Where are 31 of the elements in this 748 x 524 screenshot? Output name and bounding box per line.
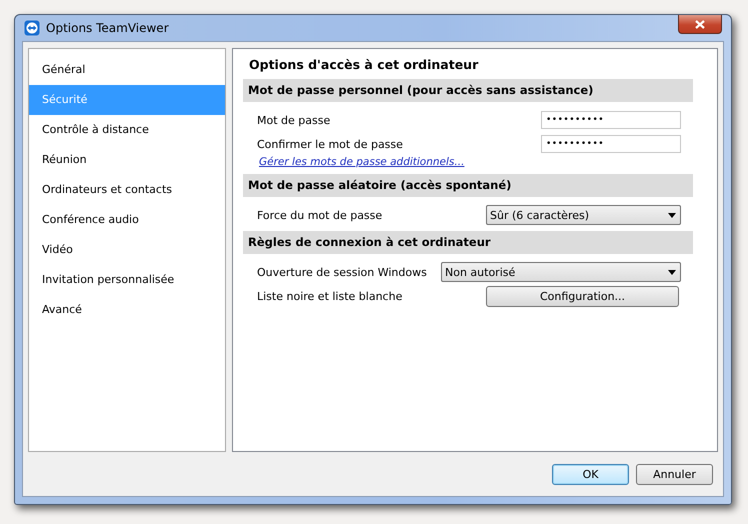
section-header: Mot de passe aléatoire (accès spontané) (243, 174, 693, 197)
sidebar-item[interactable]: Général (29, 55, 225, 85)
caret-icon (668, 212, 676, 218)
field-label: Mot de passe (257, 114, 332, 126)
sidebar-item[interactable]: Invitation personnalisée (29, 265, 225, 295)
password-field[interactable]: •••••••••• (541, 111, 681, 129)
dialog-button[interactable]: OK (552, 464, 629, 484)
field-label: Confirmer le mot de passe (257, 138, 404, 150)
section-header: Mot de passe personnel (pour accès sans assistance) (243, 79, 693, 102)
field-label: Ouverture de session Windows (257, 266, 428, 278)
manage-passwords-link[interactable]: Gérer les mots de passe additionnels... (259, 156, 464, 168)
dialog-button[interactable]: Annuler (636, 464, 713, 484)
dropdown[interactable]: Non autorisé (441, 262, 681, 282)
sidebar-item[interactable]: Conférence audio (29, 205, 225, 235)
page-title: Options d'accès à cet ordinateur (249, 57, 480, 73)
sidebar-item[interactable]: Ordinateurs et contacts (29, 175, 225, 205)
dropdown[interactable]: Sûr (6 caractères) (486, 205, 681, 225)
field-label: Liste noire et liste blanche (257, 290, 404, 302)
sidebar-item[interactable]: Avancé (29, 295, 225, 325)
sidebar-item[interactable]: Réunion (29, 145, 225, 175)
password-field[interactable]: •••••••••• (541, 135, 681, 153)
window-title: Options TeamViewer (46, 21, 169, 35)
close-button[interactable] (678, 15, 722, 34)
caret-icon (668, 270, 676, 274)
sidebar-item[interactable]: Vidéo (29, 235, 225, 265)
app-icon (24, 20, 40, 36)
configuration-button[interactable]: Configuration... (486, 286, 679, 306)
section-header: Règles de connexion à cet ordinateur (243, 231, 693, 254)
sidebar-item[interactable]: Contrôle à distance (29, 115, 225, 145)
field-label: Force du mot de passe (257, 208, 384, 222)
close-icon (695, 20, 705, 28)
